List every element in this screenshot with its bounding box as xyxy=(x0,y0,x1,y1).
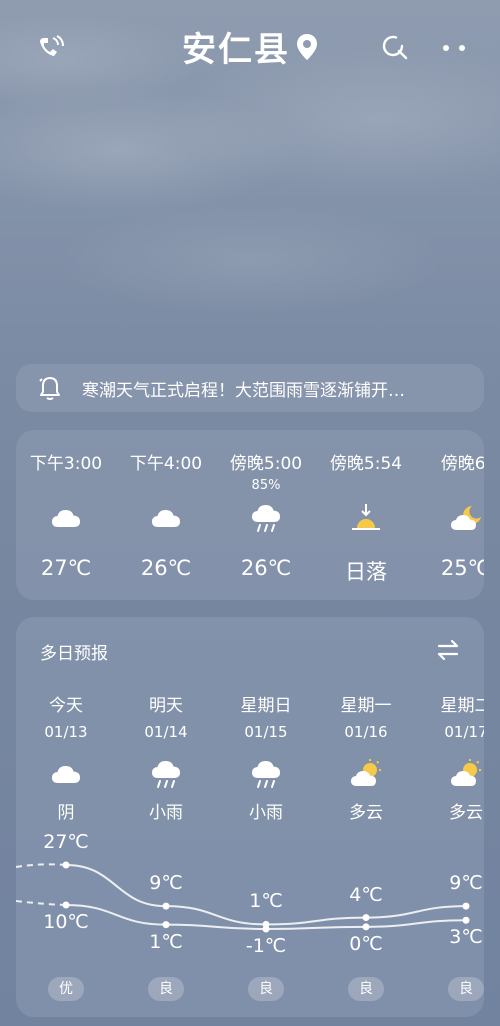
day-date: 01/16 xyxy=(344,723,388,741)
rain-icon xyxy=(250,503,282,533)
high-temp-label: 9℃ xyxy=(149,872,183,895)
low-temp-label: 1℃ xyxy=(149,930,183,953)
day-date: 01/17 xyxy=(444,723,484,741)
air-quality-badge: 良 xyxy=(148,977,184,1001)
day-date: 01/13 xyxy=(44,723,88,741)
more-icon[interactable] xyxy=(442,44,468,52)
day-name: 明天 xyxy=(149,696,183,716)
day-date: 01/15 xyxy=(244,723,288,741)
air-quality-badge: 优 xyxy=(48,977,84,1001)
day-name: 星期二 xyxy=(440,696,485,716)
sunset-icon xyxy=(350,503,382,533)
day-condition: 小雨 xyxy=(249,803,283,823)
high-temp-label: 4℃ xyxy=(349,883,383,906)
hourly-time: 傍晚5:54 xyxy=(329,454,403,474)
daily-item[interactable]: 星期二 01/17 多云良 xyxy=(416,617,484,1017)
hourly-time: 下午4:00 xyxy=(129,454,203,474)
hourly-temperature: 26℃ xyxy=(140,556,192,580)
day-name: 星期一 xyxy=(340,696,392,716)
bell-icon xyxy=(39,377,60,400)
partly-cloudy-icon xyxy=(350,759,382,789)
hourly-item: 下午3:00 27℃ xyxy=(16,430,116,600)
low-temp-label: 3℃ xyxy=(449,926,483,949)
hourly-item: 下午4:00 26℃ xyxy=(116,430,216,600)
hourly-temperature: 27℃ xyxy=(40,556,92,580)
hourly-temperature: 25℃ xyxy=(440,556,484,580)
partly-cloudy-night-icon xyxy=(450,503,482,533)
daily-item[interactable]: 星期一 01/16 多云良 xyxy=(316,617,416,1017)
hourly-temperature: 日落 xyxy=(345,560,387,584)
low-temp-label: 10℃ xyxy=(43,911,89,933)
header: 安仁县 xyxy=(0,0,500,90)
location-pin-icon xyxy=(297,33,317,60)
daily-forecast-card[interactable]: 多日预报 今天 01/13 阴优明天 01/14 小雨良星期日 01/15 小雨良星期一 01… xyxy=(16,617,484,1017)
hourly-item: 傍晚5:00 85% 26℃ xyxy=(216,430,316,600)
daily-item[interactable]: 明天 01/14 小雨良 xyxy=(116,617,216,1017)
daily-item[interactable]: 今天 01/13 阴优 xyxy=(16,617,116,1017)
alert-text: 寒潮天气正式启程！大范围雨雪逐渐铺开… xyxy=(82,380,405,401)
day-condition: 多云 xyxy=(349,803,383,823)
air-quality-badge: 良 xyxy=(448,977,484,1001)
hourly-time: 傍晚6: xyxy=(440,454,484,474)
hourly-item: 傍晚5:54 日落 xyxy=(316,430,416,600)
rain-icon xyxy=(150,759,182,789)
weather-alert-banner[interactable]: 寒潮天气正式启程！大范围雨雪逐渐铺开… xyxy=(16,364,484,412)
search-icon[interactable] xyxy=(382,34,408,60)
hourly-item: 傍晚6: 25℃ xyxy=(416,430,484,600)
hourly-temperature: 26℃ xyxy=(240,556,292,580)
day-condition: 多云 xyxy=(449,803,483,823)
hourly-forecast-card[interactable]: 下午3:00 27℃ 下午4:00 26℃ 傍晚5:00 85% 26℃ 傍晚5:54 日落 傍晚… xyxy=(16,430,484,600)
low-temp-label: -1℃ xyxy=(245,935,287,957)
day-name: 星期日 xyxy=(240,696,292,716)
air-quality-badge: 良 xyxy=(348,977,384,1001)
high-temp-label: 9℃ xyxy=(449,872,483,895)
day-condition: 阴 xyxy=(57,803,75,823)
cloudy-icon xyxy=(50,503,82,533)
high-temp-label: 27℃ xyxy=(43,831,89,853)
partly-cloudy-icon xyxy=(450,759,482,789)
cloudy-icon xyxy=(50,759,82,789)
cloudy-icon xyxy=(150,503,182,533)
day-name: 今天 xyxy=(49,696,83,716)
day-condition: 小雨 xyxy=(149,803,183,823)
air-quality-badge: 良 xyxy=(248,977,284,1001)
low-temp-label: 0℃ xyxy=(349,932,383,955)
daily-item[interactable]: 星期日 01/15 小雨良 xyxy=(216,617,316,1017)
rain-icon xyxy=(250,759,282,789)
hourly-time: 傍晚5:00 xyxy=(229,454,303,474)
precip-probability: 85% xyxy=(251,478,281,493)
city-name[interactable]: 安仁县 xyxy=(182,22,290,71)
day-date: 01/14 xyxy=(144,723,188,741)
high-temp-label: 1℃ xyxy=(249,890,283,913)
hourly-time: 下午3:00 xyxy=(29,454,103,474)
